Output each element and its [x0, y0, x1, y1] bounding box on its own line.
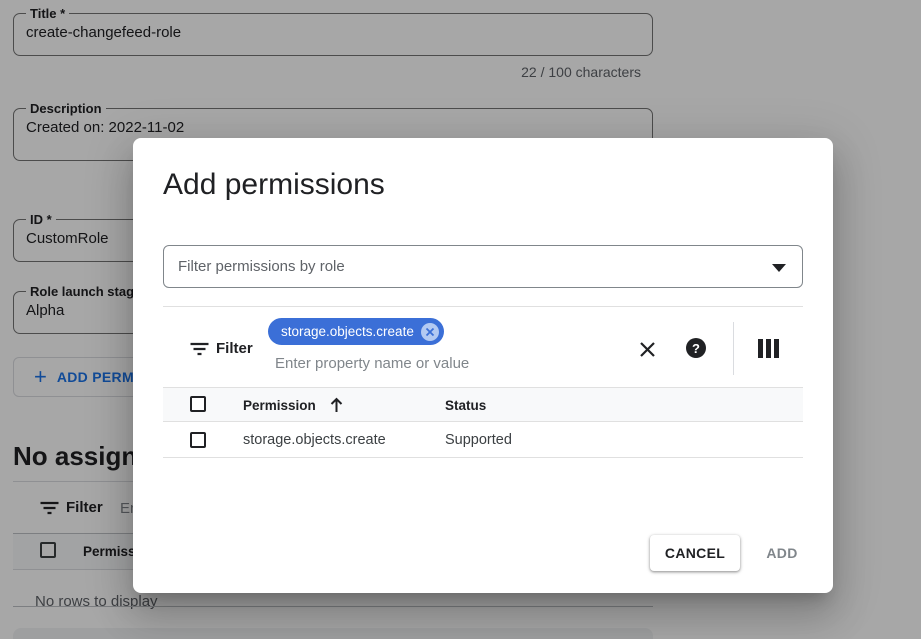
- add-permissions-dialog: Add permissions Filter permissions by ro…: [133, 138, 833, 593]
- filter-by-role-dropdown[interactable]: Filter permissions by role: [163, 245, 803, 288]
- chevron-down-icon: [772, 264, 786, 272]
- modal-filter-input[interactable]: [275, 351, 605, 375]
- modal-table-header: Permission Status: [163, 387, 803, 422]
- dialog-title: Add permissions: [163, 168, 385, 202]
- divider: [733, 322, 734, 375]
- modal-filter-label[interactable]: Filter: [216, 340, 253, 357]
- permission-cell: storage.objects.create: [243, 432, 386, 448]
- divider: [163, 306, 803, 307]
- question-mark-glyph: ?: [686, 338, 706, 358]
- permission-column-header[interactable]: Permission: [243, 398, 316, 413]
- select-all-checkbox[interactable]: [190, 396, 206, 412]
- help-icon[interactable]: ?: [685, 337, 707, 359]
- status-cell: Supported: [445, 432, 512, 448]
- permission-table-row[interactable]: storage.objects.create Supported: [163, 423, 803, 458]
- sort-ascending-icon[interactable]: [329, 396, 344, 419]
- cancel-button[interactable]: CANCEL: [650, 535, 740, 571]
- status-column-header[interactable]: Status: [445, 398, 486, 413]
- filter-chip[interactable]: storage.objects.create: [268, 318, 444, 345]
- chip-remove-icon[interactable]: [421, 323, 439, 341]
- column-display-options-icon[interactable]: [758, 339, 779, 358]
- filter-icon: [190, 342, 209, 361]
- page: Title * create-changefeed-role 22 / 100 …: [0, 0, 921, 639]
- clear-filters-icon[interactable]: [636, 338, 658, 360]
- row-checkbox[interactable]: [190, 432, 206, 448]
- filter-chip-label: storage.objects.create: [281, 324, 414, 339]
- filter-by-role-placeholder: Filter permissions by role: [178, 258, 345, 275]
- add-button[interactable]: ADD: [750, 535, 814, 571]
